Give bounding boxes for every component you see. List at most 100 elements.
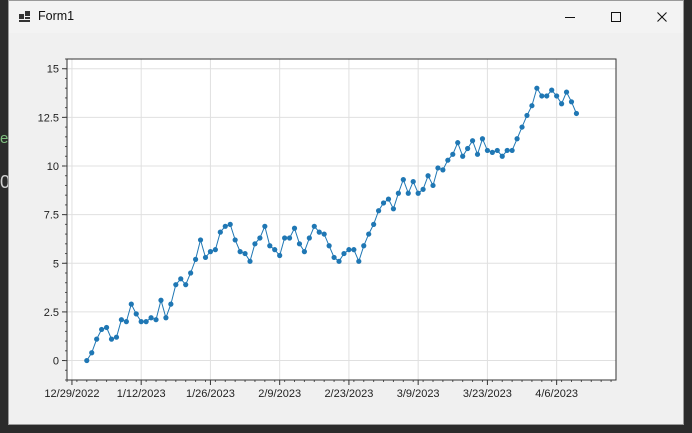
data-point [94,336,100,342]
data-point [227,221,233,227]
data-point [460,153,466,159]
data-point [163,315,169,321]
data-point [311,223,317,229]
data-point [390,206,397,212]
data-point [509,147,515,154]
close-icon [657,12,667,22]
minimize-icon [565,17,575,18]
data-point [474,151,481,157]
data-point [89,350,95,356]
data-point [262,223,268,229]
data-point [277,252,283,259]
data-point [425,173,431,179]
y-tick-label: 0 [53,356,59,368]
data-point [336,258,342,264]
data-point [188,270,194,276]
data-point [549,87,555,93]
data-point [356,258,362,264]
data-point [469,138,476,144]
y-tick-label: 7.5 [44,210,59,222]
data-point [371,221,377,227]
data-point [366,231,372,237]
x-tick-label: 1/26/2023 [186,388,235,400]
data-point [207,249,214,255]
data-point [272,247,278,253]
data-point [445,157,451,163]
title-bar[interactable]: Form1 [9,1,683,33]
data-point [316,229,322,235]
windows-form-icon [19,11,30,22]
data-point [346,247,352,253]
y-tick-label: 5 [53,258,59,270]
data-point [455,140,461,146]
data-point [415,190,421,196]
data-point [178,276,184,282]
data-point [534,85,540,91]
data-point [573,110,580,117]
y-tick-label: 15 [47,64,59,76]
data-point [133,311,139,317]
y-tick-label: 2.5 [44,307,59,319]
data-point [306,235,312,241]
data-point [321,231,327,237]
data-point [361,243,367,249]
data-point [563,89,570,95]
data-point [420,186,426,192]
data-point [395,190,401,196]
x-tick-label: 2/9/2023 [258,388,301,400]
x-tick-label: 1/12/2023 [117,388,166,400]
data-point [465,145,471,152]
data-point [222,223,228,229]
data-point [128,301,134,307]
data-point [301,249,308,255]
data-point [103,324,110,331]
data-point [291,225,298,231]
data-point [514,136,520,142]
data-point [202,254,209,261]
data-point [410,178,416,185]
window-title: Form1 [38,9,75,23]
close-button[interactable] [639,1,685,33]
data-point [267,243,273,249]
data-point [183,282,189,288]
data-point [84,357,90,364]
data-point [192,256,199,262]
maximize-icon [611,12,621,22]
data-point [479,136,486,142]
data-point [400,177,406,183]
y-tick-label: 10 [47,161,59,173]
x-tick-label: 12/29/2022 [44,388,99,400]
data-point [435,165,441,171]
data-point [484,147,491,154]
data-point [158,297,164,303]
data-point [380,200,387,206]
data-point [282,235,288,241]
data-point [430,182,436,189]
data-point [326,243,332,249]
minimize-button[interactable] [547,1,593,33]
data-point [341,250,347,257]
data-point [113,334,120,340]
data-point [286,235,293,241]
data-point [331,254,337,261]
data-point [554,93,560,99]
data-point [375,208,382,214]
data-point [232,237,238,243]
data-point [108,336,115,342]
data-point [237,249,243,255]
data-point [544,93,550,99]
data-point [351,247,357,253]
data-point [168,301,174,307]
data-point [118,317,125,323]
maximize-button[interactable] [593,1,639,33]
y-tick-label: 12.5 [38,112,59,124]
form-window: Form1 0 2.5 5 7.5 10 12.5 15 12/29/2022 1/12/202… [8,0,684,425]
data-point [524,112,530,119]
data-point [385,196,392,202]
x-tick-label: 3/23/2023 [463,388,512,400]
data-point [494,147,500,154]
data-point [499,153,505,159]
data-point [173,282,179,288]
data-point [440,167,446,173]
x-tick-label: 4/6/2023 [535,388,578,400]
